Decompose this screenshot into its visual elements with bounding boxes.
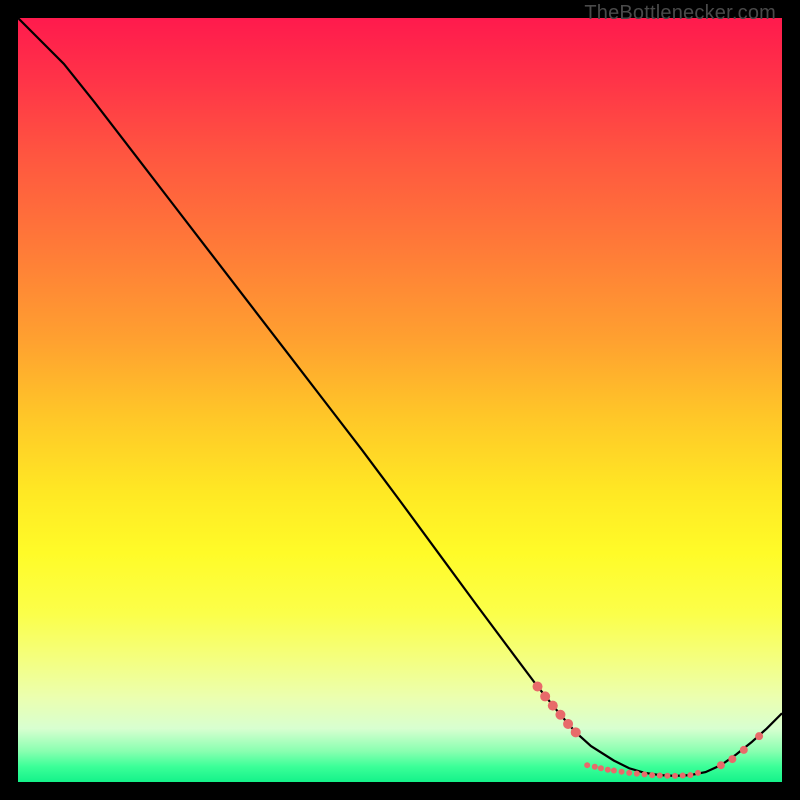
attribution-label: TheBottlenecker.com xyxy=(584,2,776,25)
data-point-marker xyxy=(641,771,647,777)
data-point-marker xyxy=(571,727,581,737)
plot-area xyxy=(18,18,782,782)
data-point-marker xyxy=(649,772,655,778)
data-point-marker xyxy=(687,772,693,778)
data-point-marker xyxy=(584,762,590,768)
data-point-marker xyxy=(680,773,686,779)
data-point-marker xyxy=(664,773,670,779)
data-point-marker xyxy=(755,732,763,740)
data-point-marker xyxy=(717,761,725,769)
data-point-marker xyxy=(598,765,604,771)
data-point-marker xyxy=(672,773,678,779)
data-point-marker xyxy=(555,710,565,720)
bottleneck-curve xyxy=(18,18,782,776)
data-point-marker xyxy=(592,764,598,770)
data-point-marker xyxy=(657,773,663,779)
data-point-marker xyxy=(611,768,617,774)
marker-group xyxy=(533,682,764,779)
data-point-marker xyxy=(695,770,701,776)
chart-frame: TheBottlenecker.com xyxy=(0,0,800,800)
chart-svg xyxy=(18,18,782,782)
data-point-marker xyxy=(563,719,573,729)
data-point-marker xyxy=(533,682,543,692)
data-point-marker xyxy=(740,746,748,754)
data-point-marker xyxy=(548,701,558,711)
data-point-marker xyxy=(605,767,611,773)
data-point-marker xyxy=(619,769,625,775)
data-point-marker xyxy=(626,770,632,776)
data-point-marker xyxy=(540,691,550,701)
data-point-marker xyxy=(728,755,736,763)
data-point-marker xyxy=(634,771,640,777)
